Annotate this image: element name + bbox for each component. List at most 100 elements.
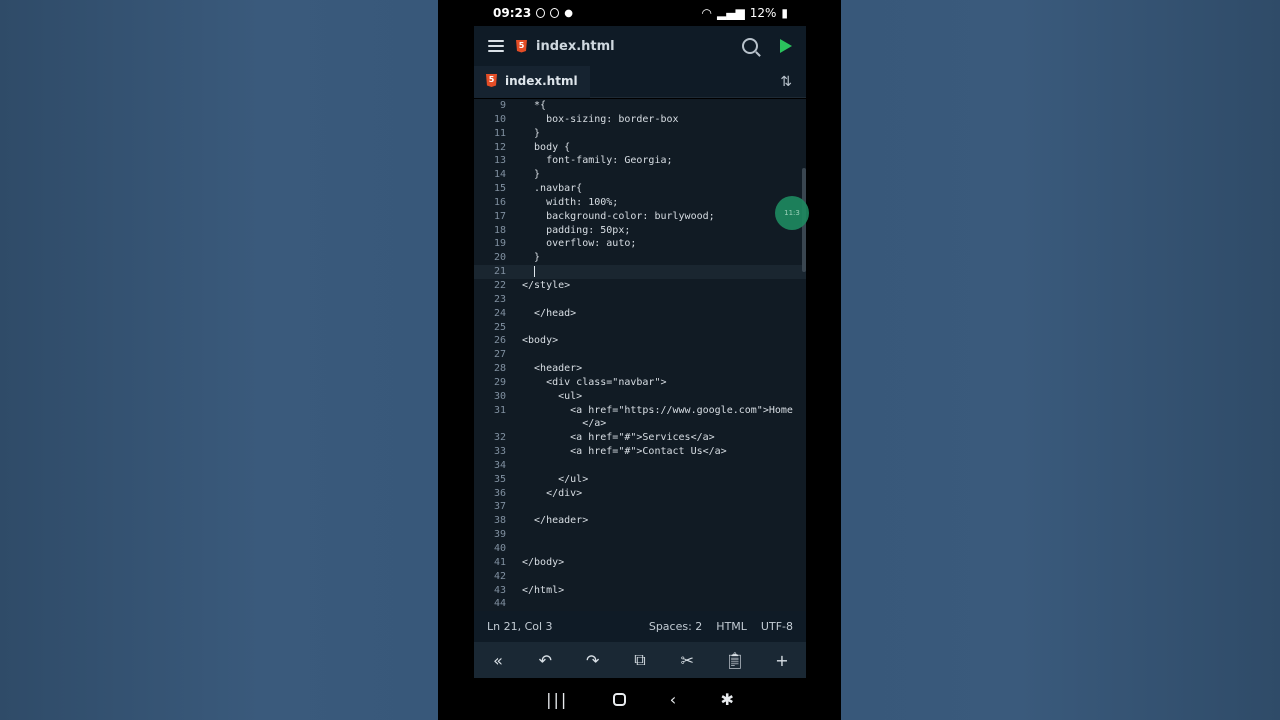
line-number: 23 bbox=[493, 293, 506, 305]
line-number: 42 bbox=[493, 570, 506, 582]
line-number: 25 bbox=[493, 321, 506, 333]
code-line[interactable]: 26 <body> bbox=[474, 334, 806, 348]
accessibility-icon[interactable]: ✱ bbox=[720, 690, 733, 709]
line-number: 20 bbox=[493, 252, 506, 264]
code-line[interactable]: 13 font-family: Georgia; bbox=[474, 154, 806, 168]
code-text[interactable]: <a href="#">Services</a> bbox=[522, 431, 715, 445]
code-text[interactable]: </body> bbox=[522, 556, 564, 570]
code-line[interactable]: 43 </html> bbox=[474, 584, 806, 598]
html5-icon: 5 bbox=[516, 39, 527, 53]
code-line[interactable]: 33 <a href="#">Contact Us</a> bbox=[474, 445, 806, 459]
chevron-double-left-icon[interactable]: « bbox=[488, 651, 508, 670]
plus-icon[interactable]: + bbox=[772, 651, 792, 670]
code-line[interactable]: 27 bbox=[474, 348, 806, 362]
code-line[interactable]: 39 bbox=[474, 528, 806, 542]
code-line[interactable]: 12 body { bbox=[474, 141, 806, 155]
code-line[interactable]: 9 *{ bbox=[474, 99, 806, 113]
code-line[interactable]: 19 overflow: auto; bbox=[474, 237, 806, 251]
phone-screen: 09:23 ● ◠ ▂▄▆ 12% ▮ 5 index.html 5 index… bbox=[474, 0, 809, 720]
code-line[interactable]: 25 bbox=[474, 321, 806, 335]
code-text[interactable]: <a href="#">Contact Us</a> bbox=[522, 445, 727, 459]
code-editor[interactable]: 9 *{10 box-sizing: border-box 11 } 12 body… bbox=[474, 99, 806, 611]
copy-icon[interactable]: ⧉ bbox=[630, 650, 650, 670]
search-icon[interactable] bbox=[742, 38, 758, 54]
code-text[interactable]: <body> bbox=[522, 334, 558, 348]
code-line[interactable]: 30 <ul> bbox=[474, 390, 806, 404]
code-text[interactable]: width: 100%; bbox=[522, 196, 618, 210]
code-text[interactable]: </style> bbox=[522, 279, 570, 293]
code-line[interactable]: 21 bbox=[474, 265, 806, 279]
code-text[interactable] bbox=[522, 265, 536, 279]
line-number: 30 bbox=[493, 390, 506, 402]
code-text[interactable]: } bbox=[522, 127, 540, 141]
code-line[interactable]: 42 bbox=[474, 570, 806, 584]
language-mode[interactable]: HTML bbox=[716, 620, 747, 633]
file-encoding[interactable]: UTF-8 bbox=[761, 620, 793, 633]
status-bar: 09:23 ● ◠ ▂▄▆ 12% ▮ bbox=[474, 0, 806, 26]
recent-apps-icon[interactable]: ||| bbox=[546, 690, 568, 709]
code-line[interactable]: 40 bbox=[474, 542, 806, 556]
code-text[interactable]: </div> bbox=[522, 487, 582, 501]
code-text[interactable]: </head> bbox=[522, 307, 576, 321]
code-text[interactable]: overflow: auto; bbox=[522, 237, 636, 251]
line-number: 28 bbox=[493, 363, 506, 375]
code-line[interactable]: 28 <header> bbox=[474, 362, 806, 376]
code-text[interactable]: <ul> bbox=[522, 390, 582, 404]
code-line[interactable]: 34 bbox=[474, 459, 806, 473]
code-line[interactable]: 22 </style> bbox=[474, 279, 806, 293]
code-text[interactable]: box-sizing: border-box bbox=[522, 113, 678, 127]
code-line[interactable]: 38 </header> bbox=[474, 514, 806, 528]
tab-index-html[interactable]: 5 index.html bbox=[474, 65, 590, 98]
code-line[interactable]: 17 background-color: burlywood; bbox=[474, 210, 806, 224]
code-text[interactable]: *{ bbox=[522, 99, 546, 113]
floating-timer-button[interactable]: 11:3 bbox=[775, 196, 809, 230]
code-text[interactable]: </ul> bbox=[522, 473, 588, 487]
redo-icon[interactable]: ↷ bbox=[583, 651, 603, 670]
line-number: 27 bbox=[493, 349, 506, 361]
code-line[interactable]: 11 } bbox=[474, 127, 806, 141]
code-text[interactable]: } bbox=[522, 168, 540, 182]
code-text[interactable]: <header> bbox=[522, 362, 582, 376]
cut-icon[interactable]: ✂ bbox=[677, 651, 697, 670]
menu-icon[interactable] bbox=[488, 40, 504, 52]
code-line[interactable]: 37 bbox=[474, 500, 806, 514]
code-text[interactable]: padding: 50px; bbox=[522, 224, 630, 238]
code-line[interactable]: </a> bbox=[474, 417, 806, 431]
code-text[interactable]: <a href="https://www.google.com">Home bbox=[522, 404, 793, 418]
code-text[interactable]: </header> bbox=[522, 514, 588, 528]
code-line[interactable]: 32 <a href="#">Services</a> bbox=[474, 431, 806, 445]
html5-icon: 5 bbox=[486, 74, 497, 87]
code-line[interactable]: 20 } bbox=[474, 251, 806, 265]
code-text[interactable]: <div class="navbar"> bbox=[522, 376, 666, 390]
code-text[interactable]: font-family: Georgia; bbox=[522, 154, 672, 168]
line-number: 34 bbox=[493, 459, 506, 471]
code-line[interactable]: 41 </body> bbox=[474, 556, 806, 570]
code-line[interactable]: 31 <a href="https://www.google.com">Home bbox=[474, 404, 806, 418]
code-line[interactable]: 15 .navbar{ bbox=[474, 182, 806, 196]
code-text[interactable]: </html> bbox=[522, 584, 564, 598]
background-right bbox=[841, 0, 1280, 720]
code-text[interactable]: body { bbox=[522, 141, 570, 155]
code-line[interactable]: 10 box-sizing: border-box bbox=[474, 113, 806, 127]
home-icon[interactable] bbox=[612, 692, 626, 706]
play-icon[interactable] bbox=[780, 39, 792, 53]
indent-setting[interactable]: Spaces: 2 bbox=[649, 620, 702, 633]
code-text[interactable]: } bbox=[522, 251, 540, 265]
code-line[interactable]: 29 <div class="navbar"> bbox=[474, 376, 806, 390]
code-line[interactable]: 16 width: 100%; bbox=[474, 196, 806, 210]
paste-icon[interactable]: 📋︎ bbox=[725, 651, 745, 670]
code-text[interactable]: .navbar{ bbox=[522, 182, 582, 196]
code-line[interactable]: 24 </head> bbox=[474, 307, 806, 321]
line-number: 44 bbox=[493, 598, 506, 610]
code-line[interactable]: 18 padding: 50px; bbox=[474, 224, 806, 238]
code-line[interactable]: 44 bbox=[474, 597, 806, 611]
code-line[interactable]: 14 } bbox=[474, 168, 806, 182]
code-line[interactable]: 36 </div> bbox=[474, 487, 806, 501]
code-line[interactable]: 35 </ul> bbox=[474, 473, 806, 487]
code-text[interactable]: background-color: burlywood; bbox=[522, 210, 715, 224]
undo-icon[interactable]: ↶ bbox=[535, 651, 555, 670]
code-line[interactable]: 23 bbox=[474, 293, 806, 307]
sort-icon[interactable]: ⇅ bbox=[780, 74, 792, 90]
code-text[interactable]: </a> bbox=[522, 417, 606, 431]
back-icon[interactable]: ‹ bbox=[670, 690, 676, 709]
